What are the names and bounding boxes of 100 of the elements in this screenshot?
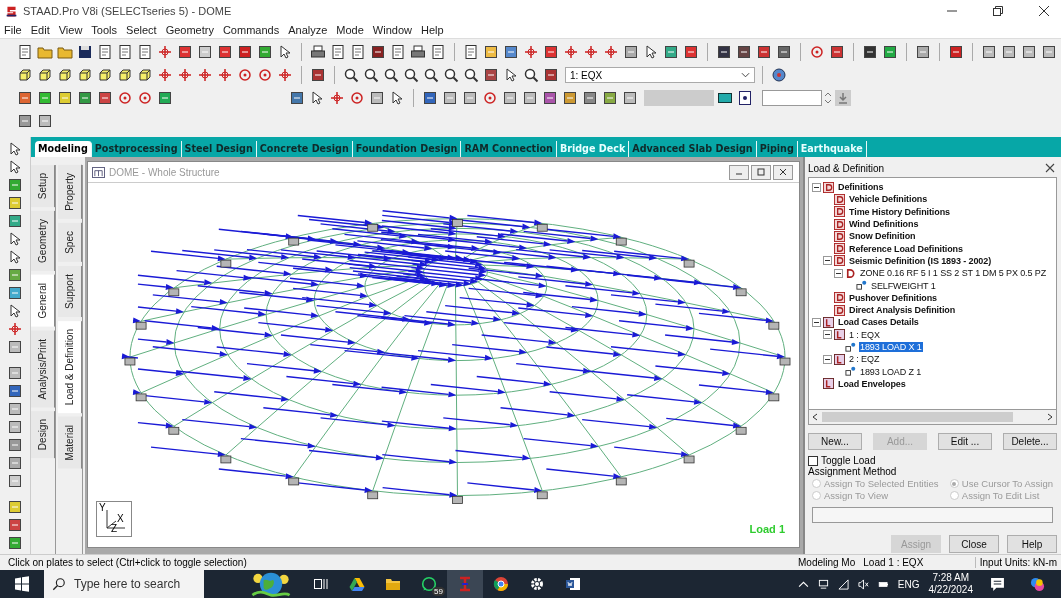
square-icon[interactable] [503,44,519,60]
globe-drawing[interactable] [249,571,293,597]
tree-item[interactable]: 1893 LOAD Z 1 [859,366,923,377]
square-icon[interactable] [37,113,53,129]
load-case-dropdown[interactable]: 1: EQX [565,67,755,83]
zoom-icon[interactable] [363,67,379,83]
save-icon[interactable] [77,44,93,60]
target-icon[interactable] [349,90,365,106]
side-tab[interactable]: Geometry [31,211,55,272]
tree-item[interactable]: 1 : EQX [848,329,881,340]
square-icon[interactable] [462,90,478,106]
cursor-icon[interactable] [7,141,23,157]
monitor-icon[interactable] [717,90,733,106]
side-tab[interactable]: Load & Definition [58,320,82,413]
page-icon[interactable] [117,44,133,60]
tree-item[interactable]: 2 : EQZ [848,354,881,365]
page-icon[interactable] [463,44,479,60]
tree-item[interactable]: Reference Load Definitions [848,243,964,254]
close-button[interactable] [773,164,793,180]
square-icon[interactable] [310,67,326,83]
menu-item[interactable]: Window [372,24,412,36]
target-icon[interactable] [117,90,133,106]
square-icon[interactable] [7,499,23,515]
target-icon[interactable] [137,90,153,106]
cursor-icon[interactable] [277,44,293,60]
square-icon[interactable] [157,90,173,106]
side-tab[interactable]: Spec [58,222,82,262]
module-tab[interactable]: Modeling [35,141,92,157]
crosshair-icon[interactable] [7,321,23,337]
square-icon[interactable] [623,44,639,60]
square-icon[interactable] [177,44,193,60]
square-icon[interactable] [237,44,253,60]
square-icon[interactable] [7,213,23,229]
crosshair-icon[interactable] [329,90,345,106]
menu-item[interactable]: Tools [91,24,118,36]
settings-icon[interactable] [529,576,545,592]
cursor-icon[interactable] [7,159,23,175]
square-icon[interactable] [829,44,845,60]
square-icon[interactable] [663,44,679,60]
zoom-icon[interactable] [343,67,359,83]
tree-item[interactable]: Direct Analysis Definition [848,305,957,316]
cursor-icon[interactable] [7,249,23,265]
folder-icon[interactable] [385,576,401,592]
side-tab[interactable]: Analysis/Print [31,330,55,408]
dialog-button[interactable]: Help [1007,535,1057,553]
dialog-button[interactable]: Close [949,535,999,553]
cube-icon[interactable] [97,67,113,83]
target-icon[interactable] [237,67,253,83]
side-tab[interactable]: Design [31,411,55,459]
menu-item[interactable]: Edit [30,24,50,36]
crosshair-icon[interactable] [523,44,539,60]
clock[interactable]: 7:28 AM 4/22/2024 [928,572,973,596]
crosshair-icon[interactable] [217,67,233,83]
square-icon[interactable] [502,90,518,106]
tree-item[interactable]: Snow Definition [848,231,917,242]
page-icon[interactable] [17,44,33,60]
zoom-icon[interactable] [423,67,439,83]
horizontal-scrollbar[interactable] [808,410,1057,425]
page-icon[interactable] [330,44,346,60]
square-icon[interactable] [7,177,23,193]
tree-item[interactable]: Wind Definitions [848,219,920,230]
square-icon[interactable] [776,44,792,60]
square-icon[interactable] [1021,44,1037,60]
collapse-toggle-icon[interactable] [812,317,821,327]
square-icon[interactable] [622,90,638,106]
collapse-toggle-icon[interactable] [823,256,832,266]
target-icon[interactable] [257,67,273,83]
cursor-icon[interactable] [7,303,23,319]
panel-button[interactable]: New... [808,433,862,450]
square-icon[interactable] [7,455,23,471]
language-indicator[interactable]: ENG [897,578,920,590]
square-icon[interactable] [948,44,964,60]
menu-item[interactable]: View [58,24,83,36]
notification-icon[interactable] [990,576,1005,592]
menu-item[interactable]: Analyze [288,24,328,36]
square-icon[interactable] [7,365,23,381]
crosshair-icon[interactable] [177,67,193,83]
square-icon[interactable] [7,517,23,533]
cube-icon[interactable] [37,67,53,83]
square-icon[interactable] [7,437,23,453]
square-icon[interactable] [7,473,23,489]
square-icon[interactable] [197,44,213,60]
menu-item[interactable]: Help [420,24,444,36]
tree-item[interactable]: Pushover Definitions [848,292,938,303]
square-icon[interactable] [369,90,385,106]
menu-item[interactable]: File [4,24,22,36]
square-icon[interactable] [17,90,33,106]
zoom-icon[interactable] [383,67,399,83]
cube-icon[interactable] [77,67,93,83]
square-icon[interactable] [7,401,23,417]
menu-item[interactable]: Mode [336,24,364,36]
square-icon[interactable] [7,267,23,283]
square-icon[interactable] [736,44,752,60]
square-icon[interactable] [442,90,458,106]
tree-item[interactable]: Seismic Definition (IS 1893 - 2002) [848,255,993,266]
cube-icon[interactable] [17,67,33,83]
tree-item[interactable]: Load Envelopes [837,378,907,389]
square-icon[interactable] [7,285,23,301]
cube-icon[interactable] [57,67,73,83]
square-icon[interactable] [542,90,558,106]
